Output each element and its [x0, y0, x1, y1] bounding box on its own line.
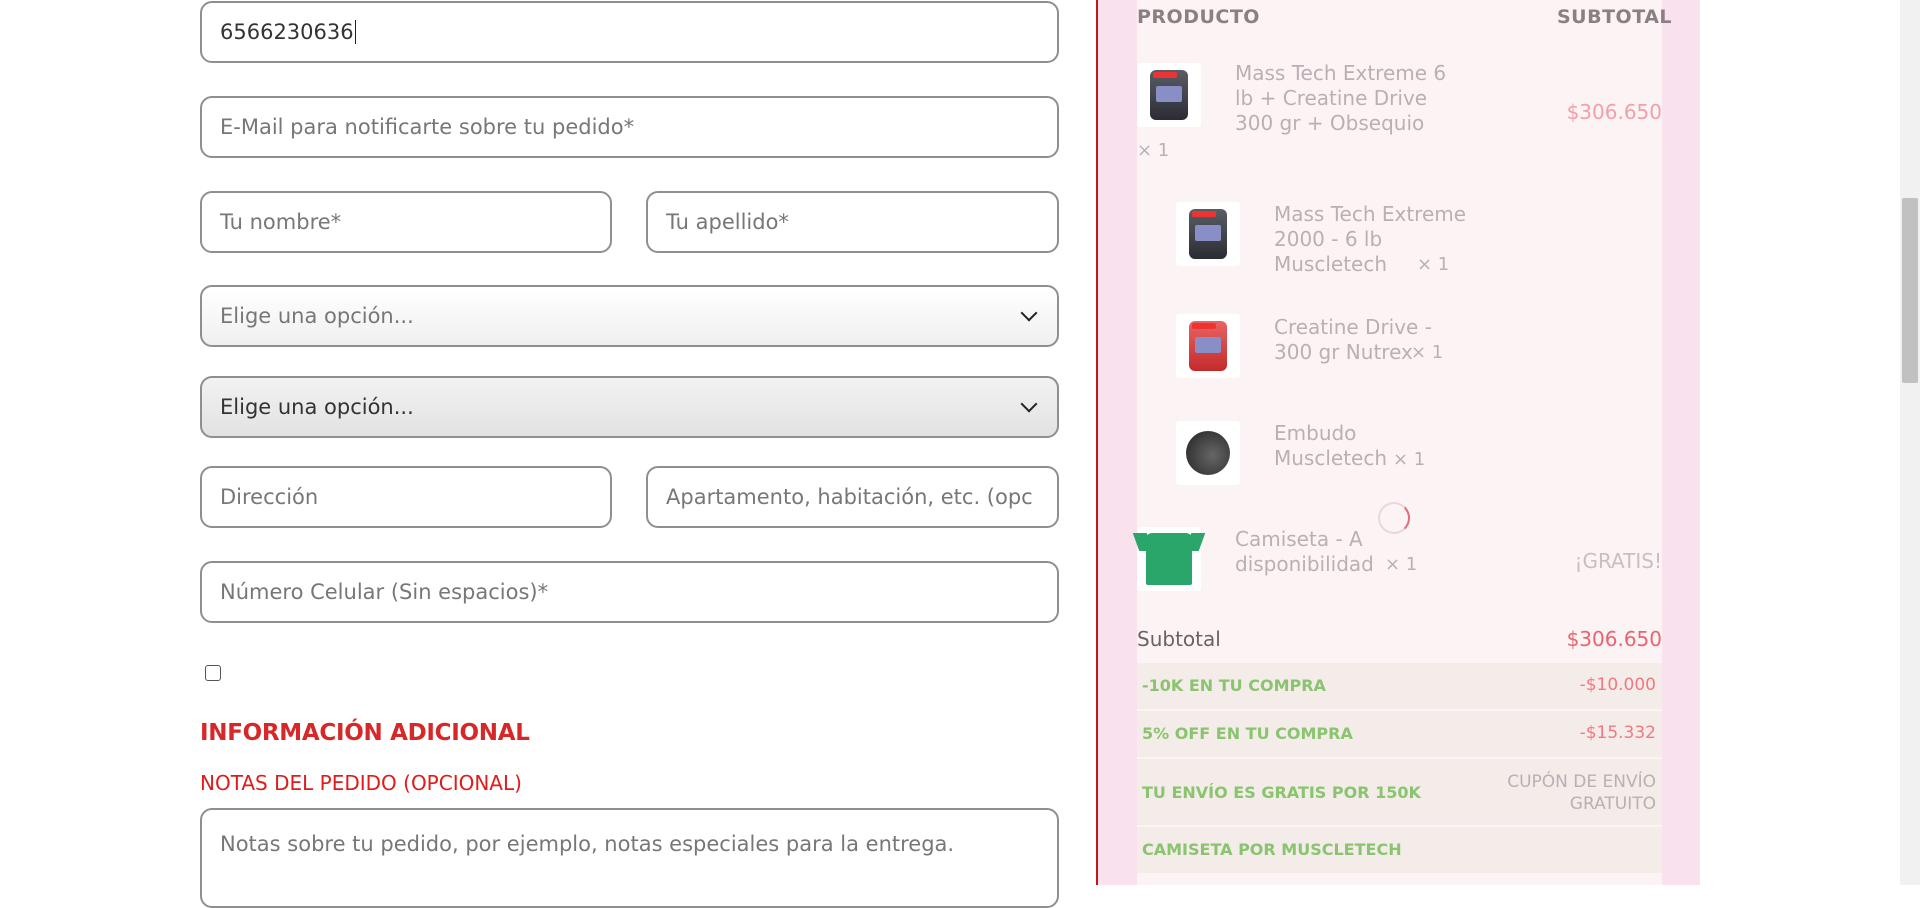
product-image — [1176, 202, 1240, 266]
subtotal-label: Subtotal — [1137, 627, 1221, 651]
coupon-value: -$10.000 — [1579, 675, 1656, 695]
first-name-field[interactable]: Tu nombre* — [200, 191, 612, 253]
order-notes-textarea[interactable]: Notas sobre tu pedido, por ejemplo, nota… — [200, 808, 1059, 908]
supplement-tub-icon — [1150, 70, 1188, 120]
item-qty: × 1 — [1385, 554, 1418, 575]
phone-input[interactable]: 6566230636 — [200, 1, 1059, 63]
email-placeholder: E-Mail para notificarte sobre tu pedido* — [220, 115, 635, 139]
product-image — [1137, 527, 1201, 591]
page-scrollbar[interactable] — [1900, 0, 1920, 885]
terms-checkbox[interactable] — [205, 665, 221, 681]
coupon-row: -10K EN TU COMPRA -$10.000 — [1137, 663, 1662, 709]
apartment-placeholder: Apartamento, habitación, etc. (opc — [666, 485, 1033, 509]
item-name: Embudo Muscletech — [1274, 421, 1388, 470]
coupon-name: -10K EN TU COMPRA — [1142, 676, 1326, 695]
item-qty: × 1 — [1411, 342, 1444, 363]
creatine-tub-icon — [1189, 321, 1227, 371]
scrollbar-thumb[interactable] — [1902, 198, 1918, 383]
chevron-down-icon — [1020, 395, 1038, 413]
text-cursor — [354, 20, 356, 44]
phone-input-value: 6566230636 — [220, 20, 354, 44]
first-name-placeholder: Tu nombre* — [220, 210, 342, 234]
item-name: Mass Tech Extreme 6 lb + Creatine Drive … — [1235, 61, 1447, 135]
item-name: Creatine Drive - 300 gr Nutrex — [1274, 315, 1432, 364]
product-column-header: PRODUCTO — [1137, 6, 1260, 28]
order-item: Mass Tech Extreme 6 lb + Creatine Drive … — [1235, 61, 1460, 136]
last-name-placeholder: Tu apellido* — [666, 210, 789, 234]
department-select-value: Elige una opción... — [220, 304, 414, 328]
coupon-row: CAMISETA POR MUSCLETECH — [1137, 827, 1662, 873]
coupon-value: -$15.332 — [1579, 723, 1656, 743]
additional-info-heading: INFORMACIÓN ADICIONAL — [200, 720, 530, 746]
item-price: $306.650 — [1566, 100, 1662, 124]
product-image — [1176, 421, 1240, 485]
item-qty: × 1 — [1393, 449, 1426, 470]
mobile-placeholder: Número Celular (Sin espacios)* — [220, 580, 549, 604]
address-placeholder: Dirección — [220, 485, 319, 509]
mobile-number-field[interactable]: Número Celular (Sin espacios)* — [200, 561, 1059, 623]
coupon-row: 5% OFF EN TU COMPRA -$15.332 — [1137, 711, 1662, 757]
last-name-field[interactable]: Tu apellido* — [646, 191, 1059, 253]
coupon-name: CAMISETA POR MUSCLETECH — [1142, 840, 1402, 859]
city-select[interactable]: Elige una opción... — [200, 376, 1059, 438]
chevron-down-icon — [1020, 304, 1038, 322]
address-field[interactable]: Dirección — [200, 466, 612, 528]
item-price: ¡GRATIS! — [1574, 549, 1662, 573]
product-image — [1176, 314, 1240, 378]
tshirt-icon — [1146, 533, 1192, 585]
email-field[interactable]: E-Mail para notificarte sobre tu pedido* — [200, 96, 1059, 158]
subtotal-value: $306.650 — [1566, 627, 1662, 651]
item-qty: × 1 — [1137, 140, 1170, 161]
order-item: Camiseta - A disponibilidad — [1235, 527, 1390, 577]
product-image — [1137, 63, 1201, 127]
supplement-tub-icon — [1189, 209, 1227, 259]
order-notes-label: NOTAS DEL PEDIDO (OPCIONAL) — [200, 771, 522, 795]
apartment-field[interactable]: Apartamento, habitación, etc. (opc — [646, 466, 1059, 528]
coupon-name: TU ENVÍO ES GRATIS POR 150K — [1142, 783, 1421, 802]
item-qty: × 1 — [1417, 254, 1450, 275]
order-item: Embudo Muscletech — [1274, 421, 1399, 471]
department-select[interactable]: Elige una opción... — [200, 285, 1059, 347]
city-select-value: Elige una opción... — [220, 395, 414, 419]
item-name: Camiseta - A disponibilidad — [1235, 527, 1374, 576]
subtotal-column-header: SUBTOTAL — [1557, 6, 1673, 28]
order-notes-placeholder: Notas sobre tu pedido, por ejemplo, nota… — [220, 832, 955, 856]
coupon-name: 5% OFF EN TU COMPRA — [1142, 724, 1353, 743]
coupon-row: TU ENVÍO ES GRATIS POR 150K CUPÓN DE ENV… — [1137, 759, 1662, 825]
funnel-icon — [1186, 431, 1230, 475]
coupon-value: CUPÓN DE ENVÍO GRATUITO — [1507, 772, 1656, 814]
